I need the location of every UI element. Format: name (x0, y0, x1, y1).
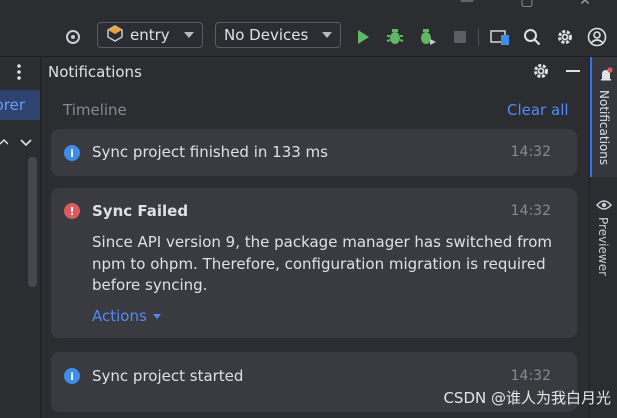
notifications-tool-tab[interactable]: Notifications (590, 57, 617, 177)
panel-options-icon[interactable] (16, 63, 30, 83)
title-bar: — ▢ ✕ (0, 0, 617, 18)
notification-text: Sync project finished in 133 ms (92, 143, 328, 161)
chevron-down-icon (184, 32, 194, 38)
device-manager-icon[interactable] (489, 26, 511, 48)
notification-title: Sync Failed (92, 202, 189, 220)
actions-dropdown[interactable]: Actions (92, 307, 161, 325)
run-config-label: entry (130, 26, 170, 44)
expand-up-icon[interactable] (0, 135, 9, 149)
actions-label: Actions (92, 307, 147, 325)
chevron-down-icon[interactable] (20, 135, 32, 147)
project-panel: orer (0, 57, 41, 418)
maximize-icon[interactable]: ▢ (520, 0, 534, 8)
watermark-text: CSDN @谁人为我白月光 (443, 389, 611, 407)
previewer-tab-label: Previewer (596, 217, 610, 277)
device-label: No Devices (224, 26, 309, 44)
right-tool-strip: Notifications Previewer (589, 57, 617, 418)
attach-debugger-icon[interactable] (416, 26, 438, 48)
project-explorer-tab-label: orer (0, 96, 25, 114)
eye-icon (596, 199, 612, 211)
error-icon: ! (64, 203, 80, 219)
module-icon (106, 24, 124, 46)
minimize-icon[interactable]: — (460, 0, 474, 8)
toolbar-divider (478, 28, 479, 46)
project-explorer-tab[interactable]: orer (0, 90, 40, 120)
main-toolbar: entry No Devices (0, 18, 617, 57)
timeline-label: Timeline (63, 101, 127, 119)
previewer-tool-tab[interactable]: Previewer (590, 189, 617, 289)
notification-body-line: npm to ohpm. Therefore, configuration mi… (92, 255, 546, 273)
panel-settings-gear-icon[interactable] (532, 62, 550, 80)
settings-gear-icon[interactable] (554, 26, 576, 48)
notifications-panel: Notifications Timeline Clear all i Sync … (41, 57, 589, 418)
chevron-down-icon (322, 32, 332, 38)
account-icon[interactable] (586, 26, 608, 48)
vertical-scrollbar[interactable] (28, 157, 37, 287)
bell-icon (598, 67, 614, 83)
info-icon: i (64, 145, 80, 161)
clear-all-link[interactable]: Clear all (507, 101, 569, 119)
run-config-selector[interactable]: entry (97, 22, 203, 48)
notification-body-line: Since API version 9, the package manager… (92, 233, 552, 251)
panel-header: Notifications (41, 57, 589, 87)
debug-icon[interactable] (384, 26, 406, 48)
device-selector[interactable]: No Devices (215, 22, 341, 48)
target-icon[interactable] (62, 26, 84, 48)
notifications-tab-label: Notifications (597, 90, 611, 166)
notification-time: 14:32 (510, 144, 551, 160)
notification-card[interactable]: i Sync project finished in 133 ms 14:32 (51, 129, 577, 176)
close-icon[interactable]: ✕ (578, 0, 592, 8)
notification-time: 14:32 (510, 203, 551, 219)
notification-text: Sync project started (92, 367, 244, 385)
stop-icon[interactable] (449, 26, 471, 48)
search-icon[interactable] (521, 26, 543, 48)
notification-card-error[interactable]: ! Sync Failed 14:32 Since API version 9,… (51, 188, 577, 338)
info-icon: i (64, 368, 80, 384)
panel-title: Notifications (48, 63, 142, 81)
notification-time: 14:32 (510, 368, 551, 384)
chevron-down-icon (152, 313, 161, 319)
notification-body-line: before syncing. (92, 276, 208, 294)
run-icon[interactable] (352, 26, 374, 48)
hide-panel-icon[interactable] (566, 70, 580, 72)
